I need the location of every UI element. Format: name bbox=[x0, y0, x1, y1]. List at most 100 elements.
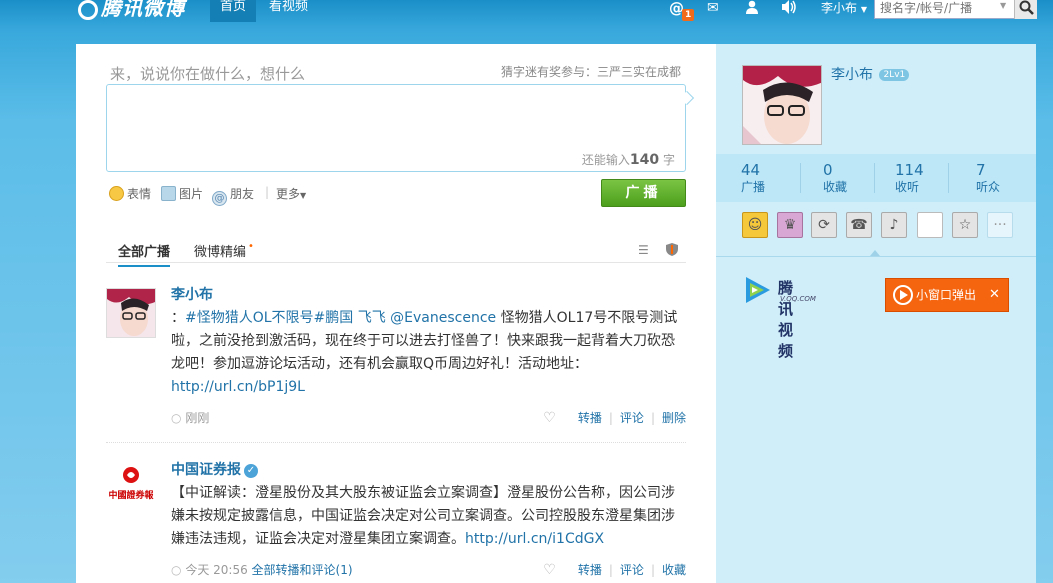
video-player-icon bbox=[893, 285, 913, 305]
tencent-video-domain: V.QQ.COM bbox=[780, 295, 816, 303]
comment-bubble-icon: ○ bbox=[171, 563, 182, 577]
more-icon[interactable]: ··· bbox=[987, 212, 1013, 238]
counter-value: 140 bbox=[629, 152, 660, 168]
more-tool-button[interactable]: 更多▼ bbox=[276, 185, 306, 202]
shield-filter-icon[interactable] bbox=[666, 243, 678, 259]
profile-name[interactable]: 李小布 2Lv1 bbox=[831, 64, 910, 84]
phone-icon[interactable]: ☎ bbox=[846, 212, 872, 238]
action-separator: | bbox=[650, 563, 655, 577]
post-time-link[interactable]: 今天 20:56 bbox=[185, 563, 247, 577]
chevron-down-icon: ▼ bbox=[300, 191, 307, 200]
post-composer-textarea[interactable]: 还能输入140 字 bbox=[106, 84, 695, 172]
stat-posts[interactable]: 44 广播 bbox=[741, 162, 765, 195]
promo-link[interactable]: 猜字迷有奖参与：三严三实在成都 bbox=[501, 63, 681, 80]
post-actions: ♡ 转播 | 评论 | 收藏 bbox=[543, 561, 686, 578]
tencent-weibo-logo[interactable]: 腾讯微博 bbox=[78, 0, 185, 21]
image-tool-button[interactable]: 图片 bbox=[161, 185, 203, 202]
post-time-link[interactable]: 刚刚 bbox=[185, 411, 209, 425]
tab-featured[interactable]: 微博精编 • bbox=[194, 241, 254, 260]
post-button[interactable]: 广播 bbox=[601, 179, 686, 207]
mini-window-popup-button[interactable]: 小窗口弹出 ✕ bbox=[885, 278, 1009, 312]
stat-favorites[interactable]: 0 收藏 bbox=[823, 162, 847, 195]
sidebar-divider bbox=[716, 256, 1036, 257]
repost-link[interactable]: 转播 bbox=[578, 563, 602, 577]
blank-app-icon[interactable] bbox=[917, 212, 943, 238]
post-url-link[interactable]: http://url.cn/i1CdGX bbox=[465, 531, 604, 547]
friend-tool-label: 朋友 bbox=[230, 187, 255, 201]
image-tool-label: 图片 bbox=[179, 187, 204, 201]
stat-following[interactable]: 114 收听 bbox=[895, 162, 924, 195]
comment-link[interactable]: 评论 bbox=[620, 563, 644, 577]
emoji-tool-button[interactable]: 表情 bbox=[109, 185, 151, 202]
user-name-link[interactable]: 中国证券报 ✓ bbox=[171, 459, 258, 479]
star-icon[interactable]: ☆ bbox=[952, 212, 978, 238]
list-view-icon[interactable]: ☰ bbox=[638, 243, 649, 257]
repost-link[interactable]: 转播 bbox=[578, 411, 602, 425]
right-sidebar: 李小布 2Lv1 44 广播 0 收藏 114 收听 7 听众 ☺ ♛ ⟳ ☎ ♪ ☆ … bbox=[716, 44, 1036, 583]
delete-link[interactable]: 删除 bbox=[662, 411, 686, 425]
stat-posts-num: 44 bbox=[741, 161, 761, 179]
counter-suffix: 字 bbox=[662, 153, 675, 167]
nav-tab-home[interactable]: 首页 bbox=[210, 0, 257, 22]
topic-links[interactable]: #怪物猎人OL不限号#鹏国 飞飞 @Evanescence bbox=[185, 310, 496, 326]
tab-featured-label: 微博精编 bbox=[194, 245, 247, 260]
all-comments-link[interactable]: 全部转播和评论(1) bbox=[252, 563, 353, 577]
stat-following-num: 114 bbox=[895, 161, 924, 179]
new-dot-indicator: • bbox=[248, 241, 254, 252]
char-counter: 还能输入140 字 bbox=[582, 151, 675, 168]
qq-pet-icon[interactable]: ☺ bbox=[742, 212, 768, 238]
profile-stats: 44 广播 0 收藏 114 收听 7 听众 bbox=[716, 154, 1036, 202]
tool-divider: | bbox=[265, 185, 270, 199]
chevron-down-icon: ▼ bbox=[860, 5, 867, 14]
music-icon[interactable]: ♪ bbox=[881, 212, 907, 238]
tab-all-posts[interactable]: 全部广播 bbox=[118, 241, 171, 267]
user-name-link[interactable]: 李小布 bbox=[171, 284, 213, 304]
user-menu-name: 李小布 bbox=[821, 1, 858, 15]
action-separator: | bbox=[650, 411, 655, 425]
close-icon[interactable]: ✕ bbox=[989, 279, 1000, 311]
nav-tab-videos[interactable]: 看视频 bbox=[259, 0, 318, 22]
top-navigation-bar: 腾讯微博 首页 看视频 @ 1 ✉ 李小布 ▼ ▼ bbox=[0, 0, 1053, 22]
post-actions: ♡ 转播 | 评论 | 删除 bbox=[543, 409, 686, 426]
stat-posts-label: 广播 bbox=[741, 180, 766, 194]
post-url-link[interactable]: http://url.cn/bP1j9L bbox=[171, 379, 305, 395]
avatar[interactable] bbox=[106, 288, 156, 338]
post-text-prefix: ： bbox=[171, 310, 185, 326]
action-separator: | bbox=[608, 563, 613, 577]
logo-text: 中國證券報 bbox=[108, 491, 154, 501]
verified-badge-icon: ✓ bbox=[244, 464, 258, 478]
composer-corner bbox=[679, 90, 695, 106]
like-heart-icon[interactable]: ♡ bbox=[543, 562, 556, 578]
speaker-icon[interactable] bbox=[781, 0, 797, 18]
friend-tool-button[interactable]: @ 朋友 bbox=[212, 185, 254, 206]
post-text: 【中证解读：澄星股份及其大股东被证监会立案调查】澄星股份公告称，因公司涉嫌未按规… bbox=[171, 482, 686, 551]
counter-prefix: 还能输入 bbox=[581, 153, 630, 167]
more-tool-label: 更多 bbox=[276, 187, 301, 201]
stat-followers-label: 听众 bbox=[976, 180, 1001, 194]
post-meta: ○ 今天 20:56 全部转播和评论(1) bbox=[171, 561, 353, 578]
user-menu[interactable]: 李小布 ▼ bbox=[821, 0, 867, 16]
favorite-link[interactable]: 收藏 bbox=[662, 563, 686, 577]
qzone-icon[interactable]: ♛ bbox=[777, 212, 803, 238]
search-type-dropdown-icon[interactable]: ▼ bbox=[1000, 1, 1006, 10]
avatar[interactable]: 中國證券報 bbox=[106, 463, 156, 513]
stat-divider bbox=[948, 163, 949, 193]
tencent-video-icon bbox=[746, 277, 770, 303]
post-meta: ○ 刚刚 bbox=[171, 409, 209, 426]
emoji-icon bbox=[109, 186, 124, 201]
user-icon[interactable] bbox=[745, 0, 759, 18]
qplus-icon[interactable]: ⟳ bbox=[811, 212, 837, 238]
search-input[interactable] bbox=[875, 0, 1001, 18]
feed-divider bbox=[106, 442, 686, 443]
stat-favorites-num: 0 bbox=[823, 161, 833, 179]
action-separator: | bbox=[608, 411, 613, 425]
stat-divider bbox=[874, 163, 875, 193]
comment-link[interactable]: 评论 bbox=[620, 411, 644, 425]
search-box: ▼ bbox=[874, 0, 1037, 19]
search-button[interactable] bbox=[1014, 0, 1037, 19]
like-heart-icon[interactable]: ♡ bbox=[543, 410, 556, 426]
profile-avatar[interactable] bbox=[742, 65, 822, 145]
mail-icon[interactable]: ✉ bbox=[707, 0, 719, 16]
logo-text: 腾讯微博 bbox=[101, 0, 185, 20]
stat-followers[interactable]: 7 听众 bbox=[976, 162, 1000, 195]
